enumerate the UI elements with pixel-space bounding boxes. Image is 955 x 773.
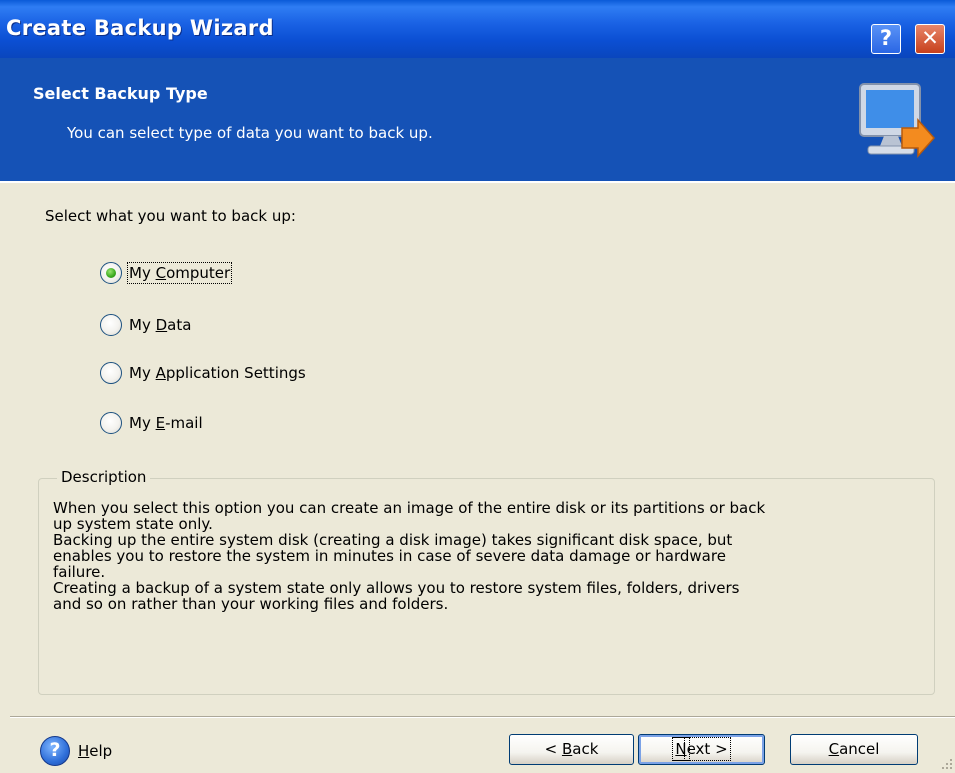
step-subtitle: You can select type of data you want to … — [67, 124, 433, 142]
next-button-label[interactable]: Next > — [672, 737, 731, 761]
cancel-button[interactable]: Cancel — [790, 734, 918, 765]
title-close-button[interactable]: ✕ — [915, 24, 945, 54]
help-label[interactable]: Help — [78, 742, 112, 760]
description-line: When you select this option you can crea… — [53, 499, 766, 517]
next-button[interactable]: Next > — [638, 734, 765, 765]
description-line: Creating a backup of a system state only… — [53, 579, 740, 597]
option-my-computer[interactable]: My Computer — [100, 260, 233, 286]
description-legend: Description — [57, 468, 151, 486]
label-my-application-settings[interactable]: My Application Settings — [129, 364, 306, 382]
radio-my-email[interactable] — [100, 412, 122, 434]
description-line: enables you to restore the system in min… — [53, 547, 726, 565]
description-line: up system state only. — [53, 515, 213, 533]
radio-my-application-settings[interactable] — [100, 362, 122, 384]
resize-grip-icon[interactable] — [940, 757, 954, 771]
help-button[interactable]: ? Help — [40, 736, 112, 766]
description-text: When you select this option you can crea… — [53, 500, 921, 612]
computer-backup-icon — [859, 83, 936, 158]
description-line: and so on rather than your working files… — [53, 595, 449, 613]
description-line: failure. — [53, 563, 106, 581]
help-question-icon[interactable]: ? — [40, 736, 70, 766]
title-bar[interactable]: Create Backup Wizard ? ✕ — [0, 0, 955, 58]
wizard-header: Select Backup Type You can select type o… — [0, 58, 955, 181]
step-title: Select Backup Type — [33, 84, 208, 103]
window-title: Create Backup Wizard — [6, 16, 274, 40]
footer-separator — [10, 716, 955, 718]
option-my-data[interactable]: My Data — [100, 312, 191, 338]
label-my-computer[interactable]: My Computer — [126, 262, 233, 284]
option-my-email[interactable]: My E-mail — [100, 410, 203, 436]
backup-wizard-window: Create Backup Wizard ? ✕ Select Backup T… — [0, 0, 955, 773]
title-help-button[interactable]: ? — [871, 24, 901, 54]
label-my-data[interactable]: My Data — [129, 316, 191, 334]
back-button[interactable]: < Back — [509, 734, 634, 765]
label-my-email[interactable]: My E-mail — [129, 414, 203, 432]
radio-my-data[interactable] — [100, 314, 122, 336]
description-line: Backing up the entire system disk (creat… — [53, 531, 733, 549]
option-my-application-settings[interactable]: My Application Settings — [100, 360, 306, 386]
backup-prompt: Select what you want to back up: — [45, 207, 296, 225]
radio-my-computer[interactable] — [100, 262, 122, 284]
header-divider — [0, 181, 955, 183]
